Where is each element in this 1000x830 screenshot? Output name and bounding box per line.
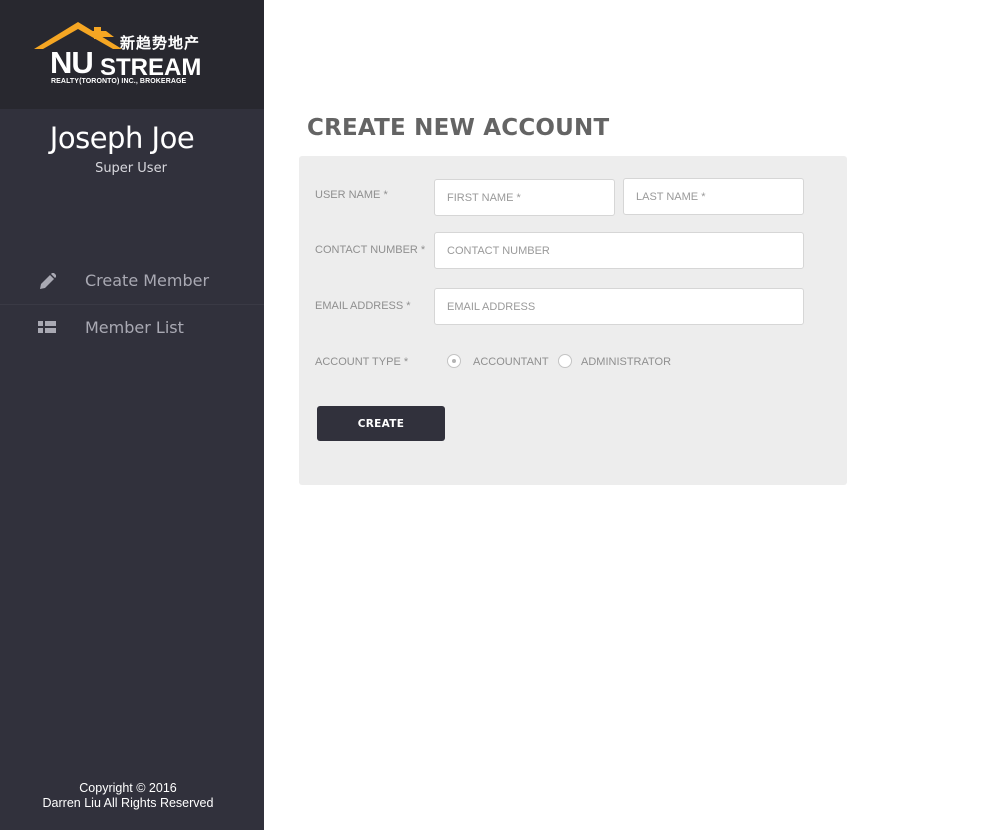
create-button[interactable]: CREATE <box>317 406 445 441</box>
copyright-line: Copyright © 2016 <box>79 781 177 795</box>
sidebar-item-label: Create Member <box>85 271 210 290</box>
sidebar-item-label: Member List <box>85 318 184 337</box>
username-label: USER NAME * <box>315 189 388 201</box>
administrator-radio[interactable] <box>558 354 572 368</box>
sidebar-item-member-list[interactable]: Member List <box>0 305 264 351</box>
user-role: Super User <box>95 161 167 176</box>
account-type-label: ACCOUNT TYPE * <box>315 356 409 368</box>
copyright: Copyright © 2016 Darren Liu All Rights R… <box>0 781 256 811</box>
list-icon <box>38 321 56 333</box>
logo: NU 新趋势地产 STREAM REALTY(TORONTO) INC., BR… <box>0 0 264 109</box>
logo-nu-text: NU <box>50 45 94 80</box>
contact-number-label: CONTACT NUMBER * <box>315 244 426 256</box>
administrator-radio-label[interactable]: ADMINISTRATOR <box>581 356 671 368</box>
last-name-input[interactable] <box>623 178 804 215</box>
copyright-line: Darren Liu All Rights Reserved <box>42 796 214 810</box>
user-name: Joseph Joe <box>49 121 195 155</box>
logo-chinese-text: 新趋势地产 <box>120 34 201 52</box>
email-input[interactable] <box>434 288 804 325</box>
logo-stream-text: STREAM <box>100 54 202 81</box>
page-title: CREATE NEW ACCOUNT <box>307 115 610 141</box>
pencil-icon <box>40 273 56 289</box>
accountant-radio[interactable] <box>447 354 461 368</box>
sidebar: NU 新趋势地产 STREAM REALTY(TORONTO) INC., BR… <box>0 0 264 830</box>
sidebar-item-create-member[interactable]: Create Member <box>0 258 264 305</box>
first-name-input[interactable] <box>434 179 615 216</box>
email-label: EMAIL ADDRESS * <box>315 300 411 312</box>
accountant-radio-label[interactable]: ACCOUNTANT <box>473 356 549 368</box>
radio-selected-dot <box>452 359 456 363</box>
logo-subtext: REALTY(TORONTO) INC., BROKERAGE <box>51 78 187 85</box>
contact-number-input[interactable] <box>434 232 804 269</box>
